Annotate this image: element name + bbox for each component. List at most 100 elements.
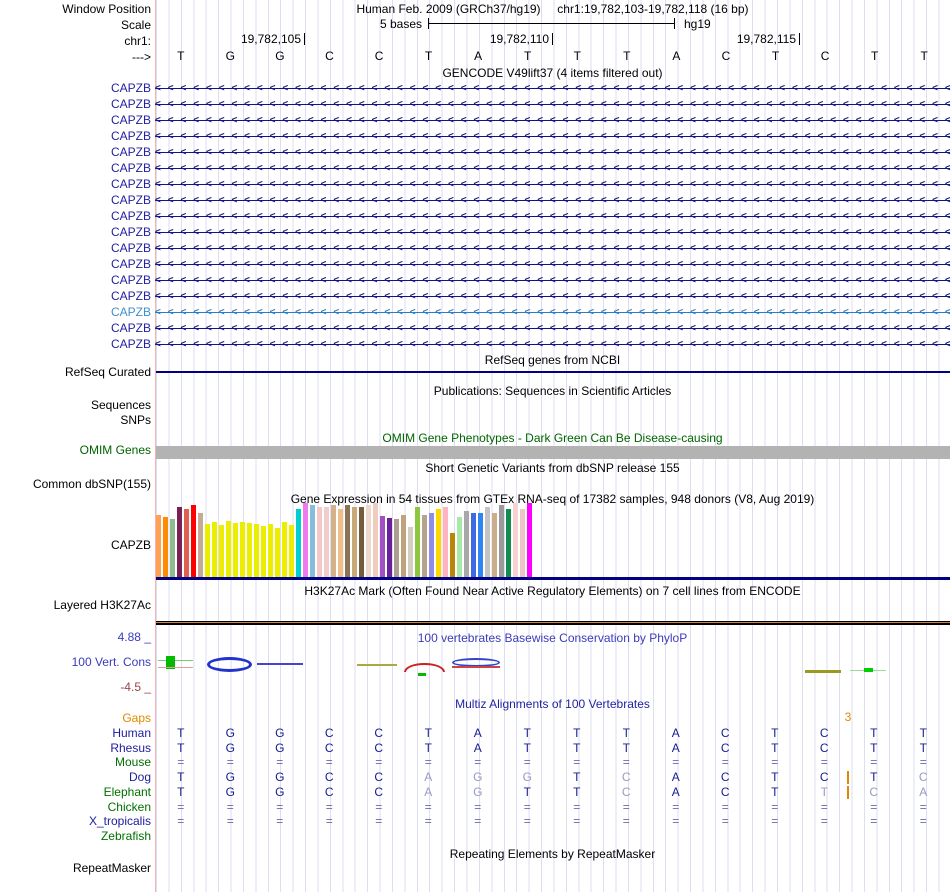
gene-name-label[interactable]: CAPZB	[0, 208, 155, 224]
gtex-tissue-bar[interactable]	[303, 503, 308, 577]
gtex-tissue-bar[interactable]	[240, 522, 245, 577]
gtex-tissue-bar[interactable]	[415, 507, 420, 577]
gencode-gene-row[interactable]: CAPZB <<<<<<<<<<<<<<<<<<<<<<<<<<<<<<<<<<<…	[0, 320, 950, 336]
gtex-tissue-bar[interactable]	[443, 507, 448, 577]
gtex-tissue-bar[interactable]	[527, 503, 532, 577]
gene-transcript-track[interactable]: <<<<<<<<<<<<<<<<<<<<<<<<<<<<<<<<<<<<<<<<…	[155, 224, 950, 240]
gtex-tissue-bar[interactable]	[205, 524, 210, 577]
gene-transcript-track[interactable]: <<<<<<<<<<<<<<<<<<<<<<<<<<<<<<<<<<<<<<<<…	[155, 272, 950, 288]
species-name-label[interactable]: Dog	[0, 770, 155, 785]
gtex-tissue-bar[interactable]	[422, 515, 427, 577]
gene-name-label[interactable]: CAPZB	[0, 160, 155, 176]
gencode-gene-row[interactable]: CAPZB <<<<<<<<<<<<<<<<<<<<<<<<<<<<<<<<<<<…	[0, 224, 950, 240]
h3k27ac-label[interactable]: Layered H3K27Ac	[0, 598, 151, 612]
gencode-gene-row[interactable]: CAPZB <<<<<<<<<<<<<<<<<<<<<<<<<<<<<<<<<<<…	[0, 288, 950, 304]
gene-transcript-track[interactable]: <<<<<<<<<<<<<<<<<<<<<<<<<<<<<<<<<<<<<<<<…	[155, 96, 950, 112]
gencode-gene-row[interactable]: CAPZB <<<<<<<<<<<<<<<<<<<<<<<<<<<<<<<<<<<…	[0, 128, 950, 144]
gtex-tissue-bar[interactable]	[387, 518, 392, 577]
gtex-tissue-bar[interactable]	[464, 511, 469, 577]
gene-name-label[interactable]: CAPZB	[0, 336, 155, 352]
species-name-label[interactable]: Chicken	[0, 800, 155, 815]
gene-transcript-track[interactable]: <<<<<<<<<<<<<<<<<<<<<<<<<<<<<<<<<<<<<<<<…	[155, 112, 950, 128]
gtex-tissue-bar[interactable]	[268, 524, 273, 577]
gene-name-label[interactable]: CAPZB	[0, 128, 155, 144]
gtex-tissue-bar[interactable]	[184, 509, 189, 577]
gtex-tissue-bar[interactable]	[366, 505, 371, 577]
gene-name-label[interactable]: CAPZB	[0, 144, 155, 160]
phylop-label[interactable]: 100 Vert. Cons	[0, 655, 151, 669]
gtex-tissue-bar[interactable]	[373, 503, 378, 577]
gene-transcript-track[interactable]: <<<<<<<<<<<<<<<<<<<<<<<<<<<<<<<<<<<<<<<<…	[155, 208, 950, 224]
multiz-species-row[interactable]: Elephant T G G C C A G T T C A C T T C A	[0, 785, 950, 800]
gtex-tissue-bar[interactable]	[226, 521, 231, 577]
gtex-tissue-bar[interactable]	[436, 509, 441, 577]
gtex-tissue-bar[interactable]	[499, 505, 504, 577]
gtex-tissue-bar[interactable]	[450, 533, 455, 577]
gencode-gene-row[interactable]: CAPZB <<<<<<<<<<<<<<<<<<<<<<<<<<<<<<<<<<<…	[0, 272, 950, 288]
gtex-tissue-bar[interactable]	[394, 519, 399, 577]
multiz-species-row[interactable]: Mouse = = = = = = = = = = = = = = = =	[0, 755, 950, 770]
gtex-tissue-bar[interactable]	[338, 509, 343, 577]
gtex-tissue-bar[interactable]	[282, 522, 287, 577]
gtex-tissue-bar[interactable]	[506, 509, 511, 577]
species-name-label[interactable]: Mouse	[0, 755, 155, 770]
gtex-tissue-bar[interactable]	[359, 507, 364, 577]
gtex-tissue-bar[interactable]	[401, 515, 406, 577]
snps-label[interactable]: SNPs	[0, 413, 151, 427]
gene-transcript-track[interactable]: <<<<<<<<<<<<<<<<<<<<<<<<<<<<<<<<<<<<<<<<…	[155, 288, 950, 304]
gtex-tissue-bar[interactable]	[156, 515, 161, 577]
gtex-tissue-bar[interactable]	[212, 522, 217, 577]
refseq-curated-label[interactable]: RefSeq Curated	[0, 365, 151, 379]
gtex-tissue-bar[interactable]	[289, 525, 294, 577]
gtex-tissue-bar[interactable]	[429, 513, 434, 577]
gene-transcript-track[interactable]: <<<<<<<<<<<<<<<<<<<<<<<<<<<<<<<<<<<<<<<<…	[155, 240, 950, 256]
multiz-species-row[interactable]: Dog T G G C C A G G T C A C T C T C	[0, 770, 950, 785]
refseq-gene-line[interactable]	[156, 371, 950, 373]
gtex-tissue-bar[interactable]	[198, 513, 203, 577]
gtex-tissue-bar[interactable]	[261, 526, 266, 577]
gtex-tissue-bar[interactable]	[352, 507, 357, 577]
gencode-gene-row[interactable]: CAPZB <<<<<<<<<<<<<<<<<<<<<<<<<<<<<<<<<<<…	[0, 80, 950, 96]
gtex-tissue-bar[interactable]	[163, 517, 168, 577]
gtex-tissue-bar[interactable]	[331, 505, 336, 577]
gaps-label[interactable]: Gaps	[0, 711, 151, 725]
gene-name-label[interactable]: CAPZB	[0, 176, 155, 192]
multiz-species-row[interactable]: Rhesus T G G C C T A T T T A C T C T T	[0, 741, 950, 756]
sequences-label[interactable]: Sequences	[0, 398, 151, 412]
gene-name-label[interactable]: CAPZB	[0, 96, 155, 112]
gene-name-label[interactable]: CAPZB	[0, 320, 155, 336]
multiz-species-row[interactable]: Zebrafish	[0, 829, 950, 844]
gtex-tissue-bar[interactable]	[275, 528, 280, 577]
gene-transcript-track[interactable]: <<<<<<<<<<<<<<<<<<<<<<<<<<<<<<<<<<<<<<<<…	[155, 160, 950, 176]
gene-transcript-track[interactable]: <<<<<<<<<<<<<<<<<<<<<<<<<<<<<<<<<<<<<<<<…	[155, 336, 950, 352]
species-name-label[interactable]: X_tropicalis	[0, 814, 155, 829]
gtex-tissue-bar[interactable]	[310, 505, 315, 577]
gene-name-label[interactable]: CAPZB	[0, 80, 155, 96]
gtex-tissue-bar[interactable]	[247, 523, 252, 577]
gencode-gene-row[interactable]: CAPZB <<<<<<<<<<<<<<<<<<<<<<<<<<<<<<<<<<<…	[0, 96, 950, 112]
gtex-tissue-bar[interactable]	[324, 507, 329, 577]
gene-name-label[interactable]: CAPZB	[0, 288, 155, 304]
multiz-species-row[interactable]: X_tropicalis = = = = = = = = = = = = = = = =	[0, 814, 950, 829]
gencode-gene-row[interactable]: CAPZB <<<<<<<<<<<<<<<<<<<<<<<<<<<<<<<<<<<…	[0, 144, 950, 160]
gtex-tissue-bar[interactable]	[170, 519, 175, 577]
gtex-tissue-bar[interactable]	[471, 513, 476, 577]
gencode-gene-row[interactable]: CAPZB <<<<<<<<<<<<<<<<<<<<<<<<<<<<<<<<<<<…	[0, 112, 950, 128]
gencode-gene-row[interactable]: CAPZB <<<<<<<<<<<<<<<<<<<<<<<<<<<<<<<<<<<…	[0, 336, 950, 352]
gencode-gene-row[interactable]: CAPZB <<<<<<<<<<<<<<<<<<<<<<<<<<<<<<<<<<<…	[0, 240, 950, 256]
gtex-tissue-bar[interactable]	[177, 507, 182, 577]
gencode-gene-row[interactable]: CAPZB <<<<<<<<<<<<<<<<<<<<<<<<<<<<<<<<<<<…	[0, 256, 950, 272]
gene-name-label[interactable]: CAPZB	[0, 304, 155, 320]
gencode-gene-row[interactable]: CAPZB <<<<<<<<<<<<<<<<<<<<<<<<<<<<<<<<<<<…	[0, 192, 950, 208]
multiz-species-row[interactable]: Chicken = = = = = = = = = = = = = = = =	[0, 800, 950, 815]
gencode-gene-row[interactable]: CAPZB <<<<<<<<<<<<<<<<<<<<<<<<<<<<<<<<<<<…	[0, 304, 950, 320]
gtex-tissue-bar[interactable]	[485, 507, 490, 577]
gene-name-label[interactable]: CAPZB	[0, 256, 155, 272]
gtex-tissue-bar[interactable]	[492, 513, 497, 577]
gtex-tissue-bar[interactable]	[478, 513, 483, 577]
gene-name-label[interactable]: CAPZB	[0, 240, 155, 256]
gtex-tissue-bar[interactable]	[233, 523, 238, 577]
gtex-bar-chart[interactable]	[155, 503, 950, 577]
gene-transcript-track[interactable]: <<<<<<<<<<<<<<<<<<<<<<<<<<<<<<<<<<<<<<<<…	[155, 144, 950, 160]
gene-transcript-track[interactable]: <<<<<<<<<<<<<<<<<<<<<<<<<<<<<<<<<<<<<<<<…	[155, 304, 950, 320]
